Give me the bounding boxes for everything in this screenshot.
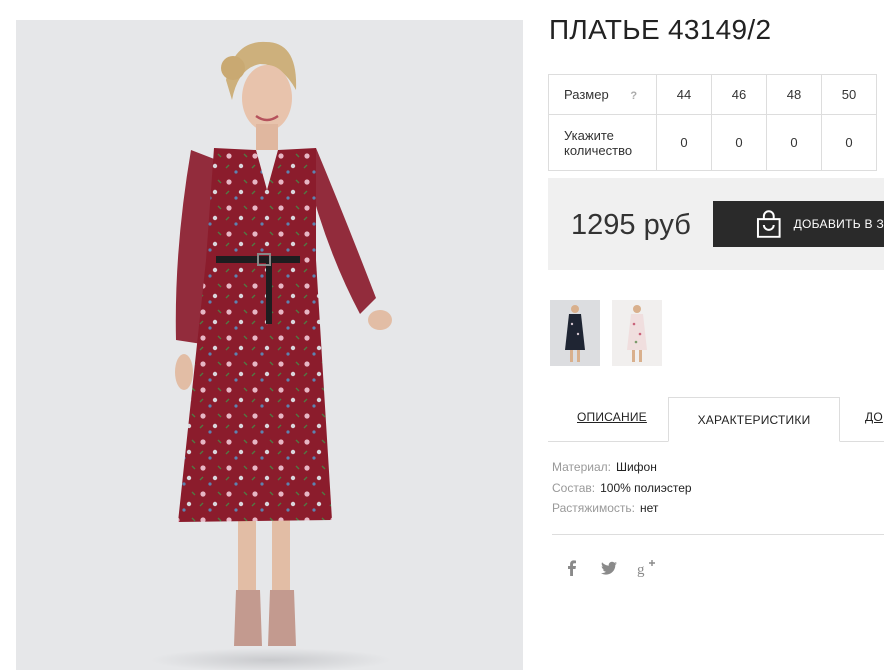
size-row: Размер ? 44 46 48 50: [548, 74, 877, 115]
quantity-input-44[interactable]: 0: [656, 114, 712, 171]
add-to-cart-button[interactable]: ДОБАВИТЬ В З: [713, 201, 884, 247]
product-main-image[interactable]: [16, 20, 523, 670]
spec-material-key: Материал:: [552, 460, 611, 474]
quantity-label: Укажите количество: [548, 114, 657, 171]
spec-material-value: Шифон: [615, 460, 657, 474]
tab-description[interactable]: ОПИСАНИЕ: [577, 410, 647, 424]
size-44[interactable]: 44: [656, 74, 712, 115]
thumbnail-white-dress[interactable]: [612, 300, 662, 366]
spec-composition-value: 100% полиэстер: [600, 481, 692, 495]
shopping-bag-icon: [756, 210, 781, 238]
buy-box: 1295 руб ДОБАВИТЬ В З: [548, 178, 884, 270]
add-to-cart-label: ДОБАВИТЬ В З: [793, 217, 884, 231]
size-50[interactable]: 50: [821, 74, 877, 115]
quantity-input-50[interactable]: 0: [821, 114, 877, 171]
spec-stretch-key: Растяжимость:: [552, 501, 636, 515]
size-label: Размер: [564, 87, 609, 102]
white-dress-thumbnail-image: [627, 305, 647, 362]
quantity-label-line2: количество: [564, 142, 633, 158]
quantity-label-line1: Укажите: [564, 127, 614, 143]
tab-delivery[interactable]: ДО: [865, 410, 883, 424]
quantity-input-46[interactable]: 0: [711, 114, 767, 171]
spec-stretch: Растяжимость: нет: [552, 501, 658, 515]
size-label-cell: Размер ?: [548, 74, 657, 115]
quantity-row: Укажите количество 0 0 0 0: [548, 114, 877, 171]
spec-stretch-value: нет: [640, 501, 659, 515]
spec-composition-key: Состав:: [552, 481, 596, 495]
size-48[interactable]: 48: [766, 74, 822, 115]
google-plus-icon[interactable]: g: [637, 558, 657, 578]
svg-text:g: g: [637, 562, 645, 578]
navy-dress-thumbnail-image: [565, 305, 585, 362]
facebook-icon[interactable]: [562, 558, 582, 578]
quantity-input-48[interactable]: 0: [766, 114, 822, 171]
size-help-icon[interactable]: ?: [630, 90, 637, 102]
thumbnail-navy-dress[interactable]: [550, 300, 600, 366]
price: 1295 руб: [571, 209, 691, 241]
size-quantity-table: Размер ? 44 46 48 50 Укажите количество …: [548, 74, 877, 171]
spec-composition: Состав: 100% полиэстер: [552, 481, 692, 495]
twitter-icon[interactable]: [599, 558, 619, 578]
product-title: ПЛАТЬЕ 43149/2: [549, 14, 772, 45]
social-divider: [552, 534, 884, 535]
spec-material: Материал: Шифон: [552, 460, 657, 474]
dress-model-illustration: [151, 41, 392, 670]
tab-characteristics[interactable]: ХАРАКТЕРИСТИКИ: [668, 397, 840, 442]
size-46[interactable]: 46: [711, 74, 767, 115]
